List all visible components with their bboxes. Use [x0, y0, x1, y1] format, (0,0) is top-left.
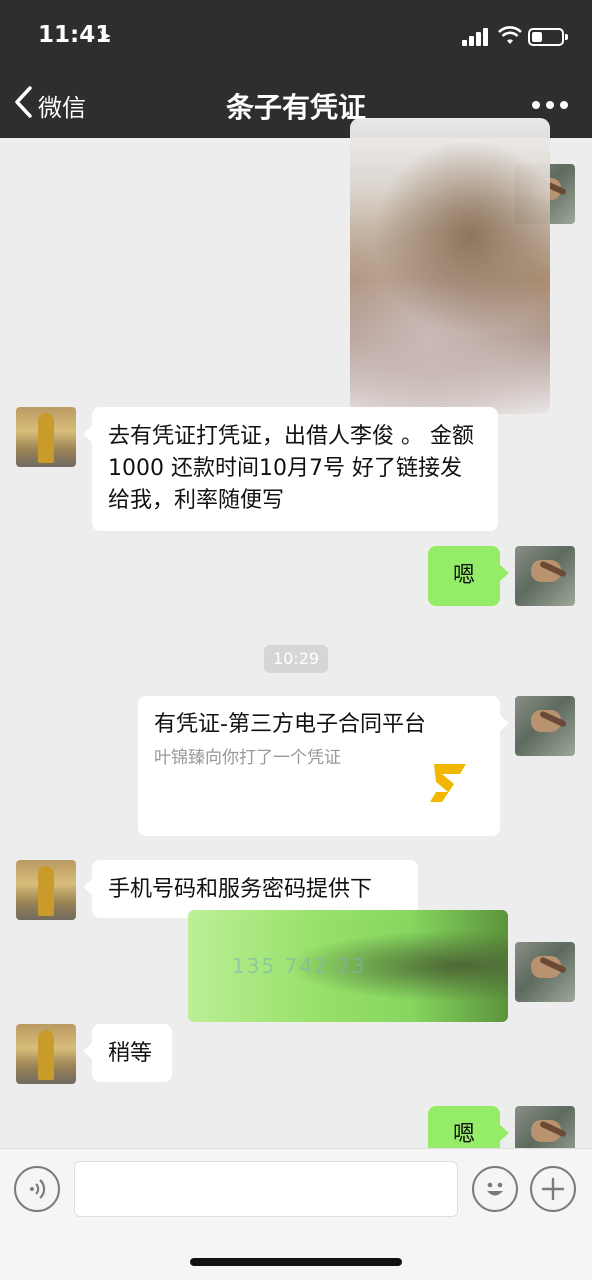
redacted-text-message[interactable]: 135 742 23	[188, 910, 508, 1022]
plus-icon[interactable]	[530, 1166, 576, 1212]
redacted-image-message[interactable]	[350, 118, 550, 414]
message-input[interactable]	[74, 1161, 458, 1217]
app-logo-icon	[420, 754, 478, 812]
message-timestamp: 10:29	[264, 645, 328, 673]
avatar-contact[interactable]	[16, 860, 76, 920]
home-indicator[interactable]	[190, 1258, 402, 1266]
avatar-contact[interactable]	[16, 407, 76, 467]
location-arrow-icon: ➤	[98, 26, 112, 45]
battery-icon	[528, 28, 568, 46]
avatar-self[interactable]	[515, 696, 575, 756]
message-bubble-outgoing[interactable]: 嗯	[428, 546, 509, 606]
more-dots-icon[interactable]	[530, 96, 570, 112]
status-bar: 11:41 ➤	[0, 0, 592, 74]
cellular-signal-icon	[462, 28, 488, 46]
emoji-icon[interactable]	[472, 1166, 518, 1212]
avatar-self[interactable]	[515, 546, 575, 606]
link-card-message[interactable]: 有凭证-第三方电子合同平台 叶锦臻向你打了一个凭证	[138, 696, 509, 836]
card-title: 有凭证-第三方电子合同平台	[154, 712, 426, 737]
avatar-contact[interactable]	[16, 1024, 76, 1084]
redacted-digits: 135 742 23	[232, 954, 367, 978]
message-bubble-incoming[interactable]: 稍等	[83, 1024, 172, 1082]
message-bubble-incoming[interactable]: 去有凭证打凭证，出借人李俊 。 金额1000 还款时间10月7号 好了链接发给我…	[83, 407, 498, 531]
wifi-icon	[498, 26, 522, 46]
avatar-self[interactable]	[515, 942, 575, 1002]
voice-icon[interactable]	[14, 1166, 60, 1212]
